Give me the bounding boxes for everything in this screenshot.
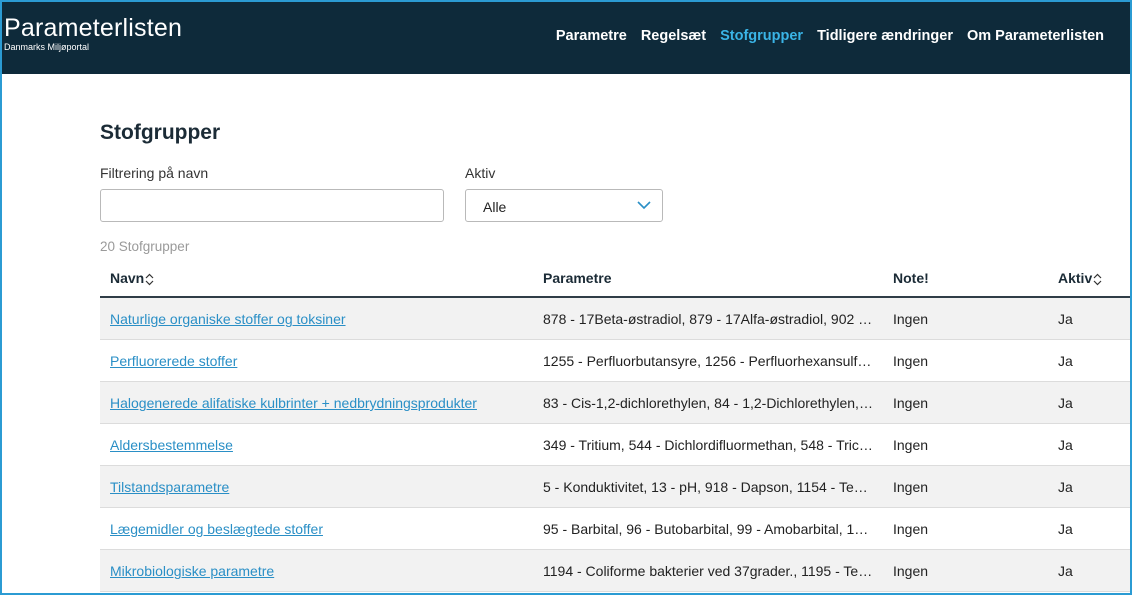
row-name-link[interactable]: Mikrobiologiske parametre <box>110 563 274 579</box>
stofgrupper-table: Navn Parametre Note! Aktiv Naturlige org… <box>100 259 1130 592</box>
row-name-link[interactable]: Lægemidler og beslægtede stoffer <box>110 521 323 537</box>
row-params-cell: 83 - Cis-1,2-dichlorethylen, 84 - 1,2-Di… <box>543 395 873 411</box>
row-active-cell: Ja <box>1058 521 1073 537</box>
row-active-cell: Ja <box>1058 311 1073 327</box>
row-name-link[interactable]: Aldersbestemmelse <box>110 437 233 453</box>
top-header: Parameterlisten Danmarks Miljøportal Par… <box>2 2 1130 74</box>
nav-regelsaet[interactable]: Regelsæt <box>641 28 706 44</box>
logo-title: Parameterlisten <box>4 14 183 42</box>
row-note-cell: Ingen <box>893 479 929 495</box>
row-note-cell: Ingen <box>893 521 929 537</box>
logo-subtitle: Danmarks Miljøportal <box>4 42 90 52</box>
table-row: Perfluorerede stoffer 1255 - Perfluorbut… <box>100 340 1130 382</box>
row-note-cell: Ingen <box>893 353 929 369</box>
active-filter-label: Aktiv <box>465 165 496 181</box>
nav-om-parameterlisten[interactable]: Om Parameterlisten <box>967 28 1104 44</box>
table-row: Halogenerede alifatiske kulbrinter + ned… <box>100 382 1130 424</box>
row-name-link[interactable]: Perfluorerede stoffer <box>110 353 237 369</box>
row-active-cell: Ja <box>1058 563 1073 579</box>
row-note-cell: Ingen <box>893 437 929 453</box>
table-row: Lægemidler og beslægtede stoffer 95 - Ba… <box>100 508 1130 550</box>
row-params-cell: 5 - Konduktivitet, 13 - pH, 918 - Dapson… <box>543 479 873 495</box>
row-name-cell: Perfluorerede stoffer <box>110 353 530 369</box>
result-count: 20 Stofgrupper <box>100 239 190 254</box>
active-filter-select[interactable]: Alle <box>465 189 663 222</box>
table-row: Tilstandsparametre 5 - Konduktivitet, 13… <box>100 466 1130 508</box>
nav-tidligere-aendringer[interactable]: Tidligere ændringer <box>817 28 953 44</box>
row-active-cell: Ja <box>1058 437 1073 453</box>
row-note-cell: Ingen <box>893 395 929 411</box>
row-params-cell: 349 - Tritium, 544 - Dichlordifluormetha… <box>543 437 873 453</box>
row-active-cell: Ja <box>1058 479 1073 495</box>
table-row: Mikrobiologiske parametre 1194 - Colifor… <box>100 550 1130 592</box>
row-params-cell: 95 - Barbital, 96 - Butobarbital, 99 - A… <box>543 521 873 537</box>
row-name-cell: Naturlige organiske stoffer og toksiner <box>110 311 530 327</box>
row-name-cell: Halogenerede alifatiske kulbrinter + ned… <box>110 395 530 411</box>
table-header: Navn Parametre Note! Aktiv <box>100 259 1130 298</box>
header-parametre: Parametre <box>543 270 612 286</box>
chevron-down-icon <box>637 201 651 210</box>
row-params-cell: 1255 - Perfluorbutansyre, 1256 - Perfluo… <box>543 353 873 369</box>
sort-icon[interactable] <box>145 273 154 286</box>
name-filter-label: Filtrering på navn <box>100 165 209 181</box>
row-name-link[interactable]: Tilstandsparametre <box>110 479 229 495</box>
row-params-cell: 1194 - Coliforme bakterier ved 37grader.… <box>543 563 873 579</box>
name-filter-input[interactable] <box>100 189 444 222</box>
nav-stofgrupper[interactable]: Stofgrupper <box>720 28 803 44</box>
header-navn[interactable]: Navn <box>110 270 530 286</box>
row-name-link[interactable]: Halogenerede alifatiske kulbrinter + ned… <box>110 395 477 411</box>
row-name-cell: Mikrobiologiske parametre <box>110 563 530 579</box>
main-nav: Parametre Regelsæt Stofgrupper Tidligere… <box>556 28 1104 44</box>
row-note-cell: Ingen <box>893 311 929 327</box>
table-row: Aldersbestemmelse 349 - Tritium, 544 - D… <box>100 424 1130 466</box>
header-note: Note! <box>893 270 929 286</box>
header-aktiv-label: Aktiv <box>1058 270 1093 286</box>
table-row: Naturlige organiske stoffer og toksiner … <box>100 298 1130 340</box>
active-filter-value: Alle <box>483 199 507 215</box>
row-active-cell: Ja <box>1058 353 1073 369</box>
row-note-cell: Ingen <box>893 563 929 579</box>
page-title: Stofgrupper <box>100 121 221 144</box>
row-params-cell: 878 - 17Beta-østradiol, 879 - 17Alfa-øst… <box>543 311 873 327</box>
row-name-link[interactable]: Naturlige organiske stoffer og toksiner <box>110 311 346 327</box>
nav-parametre[interactable]: Parametre <box>556 28 627 44</box>
row-name-cell: Aldersbestemmelse <box>110 437 530 453</box>
row-name-cell: Lægemidler og beslægtede stoffer <box>110 521 530 537</box>
row-name-cell: Tilstandsparametre <box>110 479 530 495</box>
sort-icon[interactable] <box>1093 273 1102 286</box>
header-aktiv[interactable]: Aktiv <box>1058 270 1118 286</box>
logo[interactable]: Parameterlisten Danmarks Miljøportal <box>4 14 182 53</box>
header-navn-label: Navn <box>110 270 145 286</box>
app-frame: Parameterlisten Danmarks Miljøportal Par… <box>0 0 1132 595</box>
row-active-cell: Ja <box>1058 395 1073 411</box>
